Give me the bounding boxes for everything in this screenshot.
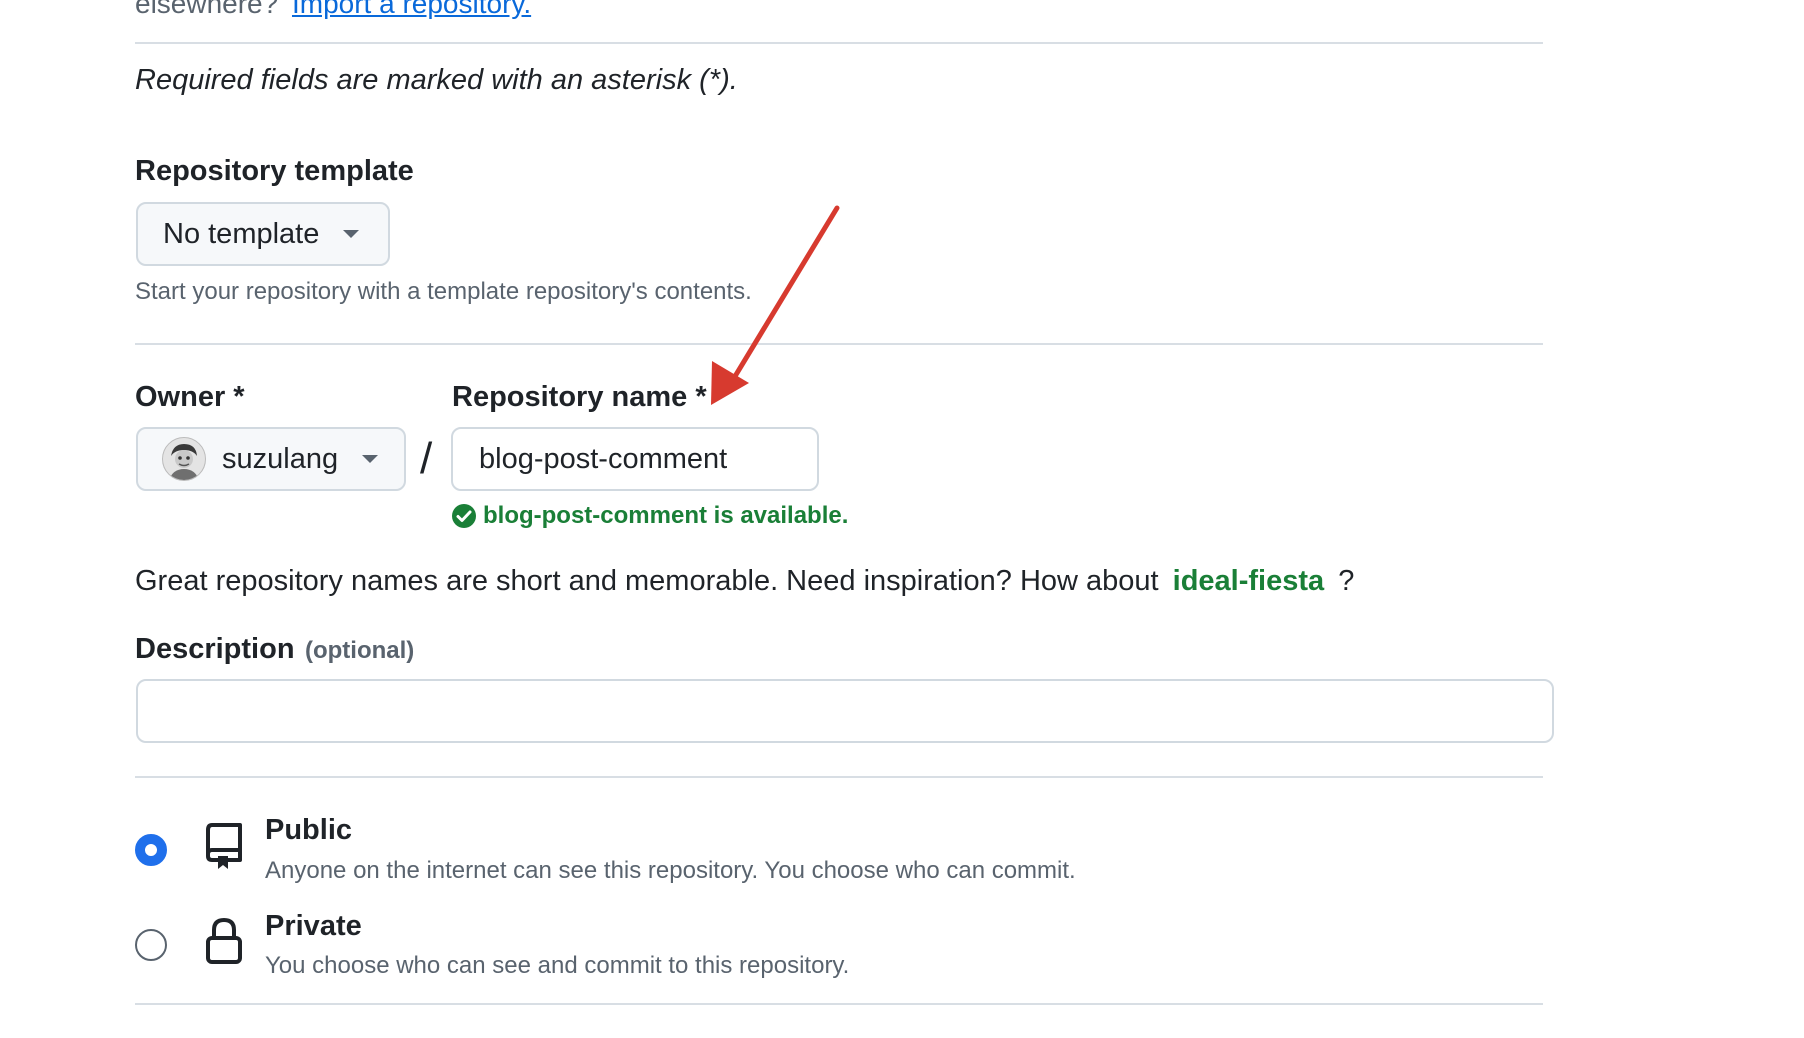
lock-icon bbox=[204, 916, 244, 971]
import-repository-link[interactable]: Import a repository. bbox=[292, 0, 531, 19]
public-description: Anyone on the internet can see this repo… bbox=[265, 857, 1076, 884]
import-line: elsewhere? Import a repository. bbox=[135, 0, 531, 20]
description-label-row: Description (optional) bbox=[135, 633, 414, 666]
template-dropdown[interactable]: No template bbox=[136, 202, 390, 266]
owner-dropdown[interactable]: suzulang bbox=[136, 427, 406, 491]
inspiration-line: Great repository names are short and mem… bbox=[135, 565, 1354, 598]
private-description: You choose who can see and commit to thi… bbox=[265, 952, 850, 979]
description-optional: (optional) bbox=[304, 637, 415, 664]
repo-name-value: blog-post-comment bbox=[479, 442, 728, 475]
private-radio[interactable] bbox=[135, 929, 167, 961]
import-prefix: elsewhere? bbox=[135, 0, 279, 19]
template-selected: No template bbox=[163, 217, 320, 250]
template-help: Start your repository with a template re… bbox=[135, 278, 752, 305]
required-note: Required fields are marked with an aster… bbox=[135, 64, 738, 96]
repo-name-input[interactable]: blog-post-comment bbox=[451, 427, 819, 491]
public-radio[interactable] bbox=[135, 834, 167, 866]
chevron-down-icon bbox=[362, 455, 379, 463]
avatar bbox=[162, 437, 206, 481]
inspiration-suffix: ? bbox=[1338, 565, 1355, 597]
suggested-name-link[interactable]: ideal-fiesta bbox=[1173, 565, 1325, 597]
check-circle-icon bbox=[451, 503, 477, 529]
private-title: Private bbox=[265, 910, 362, 942]
inspiration-text: Great repository names are short and mem… bbox=[135, 565, 1159, 597]
divider-top bbox=[135, 42, 1543, 44]
description-label: Description bbox=[135, 633, 295, 665]
public-title: Public bbox=[265, 814, 353, 846]
owner-selected: suzulang bbox=[222, 442, 339, 475]
owner-repo-separator: / bbox=[420, 434, 433, 483]
divider-visibility bbox=[135, 1003, 1543, 1005]
repo-name-label: Repository name * bbox=[452, 381, 707, 413]
owner-label: Owner * bbox=[135, 381, 245, 413]
chevron-down-icon bbox=[343, 230, 360, 238]
availability-text: blog-post-comment is available. bbox=[483, 502, 849, 529]
repo-name-status: blog-post-comment is available. bbox=[451, 502, 848, 530]
divider-template bbox=[135, 343, 1543, 345]
divider-description bbox=[135, 776, 1543, 778]
repo-icon bbox=[204, 822, 244, 877]
template-label: Repository template bbox=[135, 155, 414, 187]
description-input[interactable] bbox=[136, 679, 1554, 743]
